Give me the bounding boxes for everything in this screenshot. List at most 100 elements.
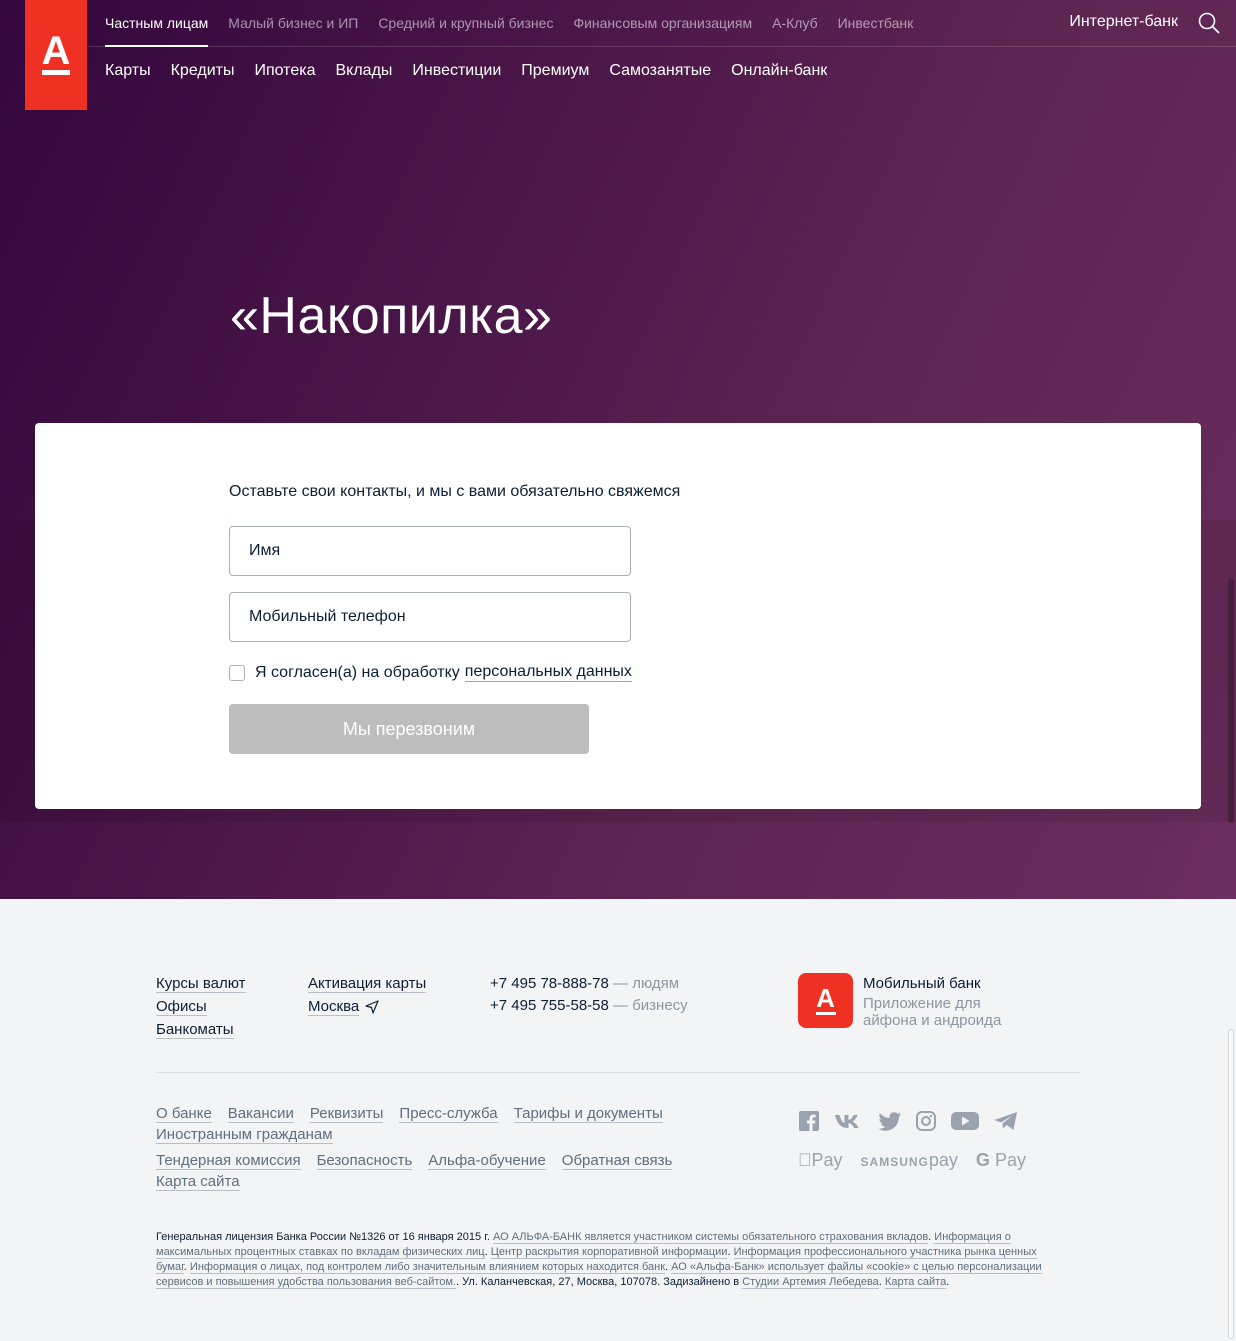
google-pay-label: Pay [981, 1150, 1026, 1170]
city-selector[interactable]: Москва [308, 998, 379, 1016]
sub-nav: Карты Кредиты Ипотека Вклады Инвестиции … [105, 62, 827, 80]
consent-label: Я согласен(а) на обработку [255, 663, 460, 681]
footer-link-card-activation[interactable]: Активация карты [308, 975, 427, 993]
top-nav-private[interactable]: Частным лицам [105, 15, 209, 47]
legal-sep: . [878, 1276, 885, 1288]
legal-sep: . [727, 1246, 734, 1258]
page-title: «Накопилка» [230, 287, 553, 345]
mobile-bank-title[interactable]: Мобильный банк [863, 975, 981, 992]
mobile-bank-description: Приложение для айфона и андроида [863, 995, 1002, 1029]
legal-license: Генеральная лицензия Банка России №1326 … [156, 1231, 493, 1243]
legal-sep: . [484, 1246, 491, 1258]
footer-link-sitemap[interactable]: Карта сайта [156, 1173, 240, 1191]
form-hint: Оставьте свои контакты, и мы с вами обяз… [229, 483, 681, 500]
samsung-pay-suffix: pay [915, 1150, 958, 1170]
sub-nav-investments[interactable]: Инвестиции [412, 62, 501, 80]
footer-divider [156, 1072, 1080, 1073]
scrollbar-thumb[interactable] [1228, 579, 1234, 823]
internet-bank-link[interactable]: Интернет-банк [1069, 13, 1178, 31]
sub-nav-self-employed[interactable]: Самозанятые [609, 62, 711, 80]
app-logo-mark: А [815, 982, 837, 1016]
top-nav-divider [87, 46, 1236, 47]
phone-description: — людям [608, 975, 680, 992]
footer-links-row: Иностранным гражданам [156, 1126, 333, 1144]
google-pay-badge: G Pay [976, 1150, 1026, 1171]
legal-end: . [946, 1276, 950, 1288]
top-nav-financial[interactable]: Финансовым организациям [573, 15, 752, 31]
mobile-bank-app-icon[interactable]: А [798, 973, 853, 1028]
sub-nav-deposits[interactable]: Вклады [335, 62, 392, 80]
legal-link-studio[interactable]: Студии Артемия Лебедева [742, 1276, 879, 1289]
footer-link-foreigners[interactable]: Иностранным гражданам [156, 1126, 333, 1144]
youtube-icon[interactable] [950, 1110, 980, 1132]
samsung-pay-badge: SAMSUNGpay [861, 1150, 958, 1171]
social-links [798, 1110, 1019, 1132]
consent-row: Я согласен(а) на обработку персональных … [229, 663, 632, 682]
app-logo-letter: А [816, 982, 835, 1013]
legal-sep: . [183, 1261, 190, 1273]
phone-row-business: +7 495 755-58-58 — бизнесу [490, 997, 688, 1014]
footer-link-press[interactable]: Пресс-служба [399, 1105, 498, 1123]
footer-link-vacancies[interactable]: Вакансии [227, 1105, 294, 1123]
footer-link-about[interactable]: О банке [156, 1105, 212, 1123]
footer-link-feedback[interactable]: Обратная связь [561, 1152, 673, 1170]
apple-pay-badge: Pay [798, 1150, 843, 1171]
top-nav-investbank[interactable]: Инвестбанк [838, 15, 914, 31]
phone-row-people: +7 495 78-888-78 — людям [490, 975, 688, 992]
footer-links-row: Тендерная комиссия Безопасность Альфа-об… [156, 1152, 673, 1170]
legal-text: Генеральная лицензия Банка России №1326 … [156, 1230, 1066, 1290]
footer-link-atms[interactable]: Банкоматы [156, 1021, 234, 1039]
footer-col-services: Курсы валют Офисы Банкоматы [156, 975, 246, 1039]
instagram-icon[interactable] [915, 1110, 937, 1132]
legal-link-insurance[interactable]: АО АЛЬФА-БАНК является участником систем… [492, 1231, 929, 1244]
legal-link-control[interactable]: Информация о лицах, под контролем либо з… [189, 1261, 666, 1274]
sub-nav-mortgage[interactable]: Ипотека [254, 62, 315, 80]
twitter-icon[interactable] [878, 1110, 902, 1132]
footer-link-rates[interactable]: Курсы валют [156, 975, 246, 993]
personal-data-link[interactable]: персональных данных [464, 663, 632, 682]
footer-scrollbar[interactable] [1228, 1029, 1234, 1339]
footer-link-tender[interactable]: Тендерная комиссия [156, 1152, 301, 1170]
phone-input[interactable] [229, 592, 631, 642]
telegram-icon[interactable] [993, 1110, 1019, 1132]
footer-link-education[interactable]: Альфа-обучение [428, 1152, 546, 1170]
legal-link-disclosure[interactable]: Центр раскрытия корпоративной информации [490, 1246, 728, 1259]
phone-description: — бизнесу [608, 997, 688, 1014]
footer-link-requisites[interactable]: Реквизиты [309, 1105, 384, 1123]
top-nav-corporate[interactable]: Средний и крупный бизнес [378, 15, 553, 31]
legal-link-sitemap[interactable]: Карта сайта [884, 1276, 947, 1289]
apple-icon:  [798, 1150, 812, 1170]
app-logo-bar [815, 1011, 836, 1015]
consent-checkbox[interactable] [229, 664, 245, 681]
top-nav: Частным лицам Малый бизнес и ИП Средний … [105, 15, 914, 47]
vk-icon[interactable] [833, 1110, 865, 1132]
sub-nav-premium[interactable]: Премиум [521, 62, 589, 80]
footer-link-offices[interactable]: Офисы [156, 998, 207, 1016]
logo-letter: А [41, 29, 71, 73]
footer-links-row: Карта сайта [156, 1173, 240, 1191]
sub-nav-online-bank[interactable]: Онлайн-банк [731, 62, 827, 80]
city-name[interactable]: Москва [308, 998, 360, 1016]
search-icon[interactable] [1198, 12, 1220, 34]
top-nav-small-business[interactable]: Малый бизнес и ИП [228, 15, 358, 31]
alfa-logo[interactable]: А [25, 0, 87, 110]
sub-nav-cards[interactable]: Карты [105, 62, 151, 80]
footer-link-security[interactable]: Безопасность [316, 1152, 413, 1170]
footer-link-tariffs[interactable]: Тарифы и документы [513, 1105, 663, 1123]
google-g-icon: G [962, 1150, 990, 1170]
callback-submit-button[interactable]: Мы перезвоним [229, 704, 589, 754]
apple-pay-label: Pay [798, 1150, 843, 1170]
footer-col-activation: Активация карты Москва [308, 975, 427, 1016]
footer-links-row: О банке Вакансии Реквизиты Пресс-служба … [156, 1105, 663, 1123]
payment-methods: Pay SAMSUNGpay G Pay [798, 1150, 1026, 1171]
legal-address: . Ул. Каланчевская, 27, Москва, 107078. … [456, 1276, 743, 1288]
phone-number[interactable]: +7 495 78-888-78 [490, 975, 609, 992]
top-nav-aclub[interactable]: А-Клуб [772, 15, 818, 31]
phone-number[interactable]: +7 495 755-58-58 [490, 997, 609, 1014]
sub-nav-credits[interactable]: Кредиты [171, 62, 235, 80]
footer-phones: +7 495 78-888-78 — людям +7 495 755-58-5… [490, 975, 688, 1014]
logo-bar [42, 70, 70, 75]
facebook-icon[interactable] [798, 1110, 820, 1132]
name-input[interactable] [229, 526, 631, 576]
samsung-pay-prefix: SAMSUNG [847, 1155, 928, 1169]
